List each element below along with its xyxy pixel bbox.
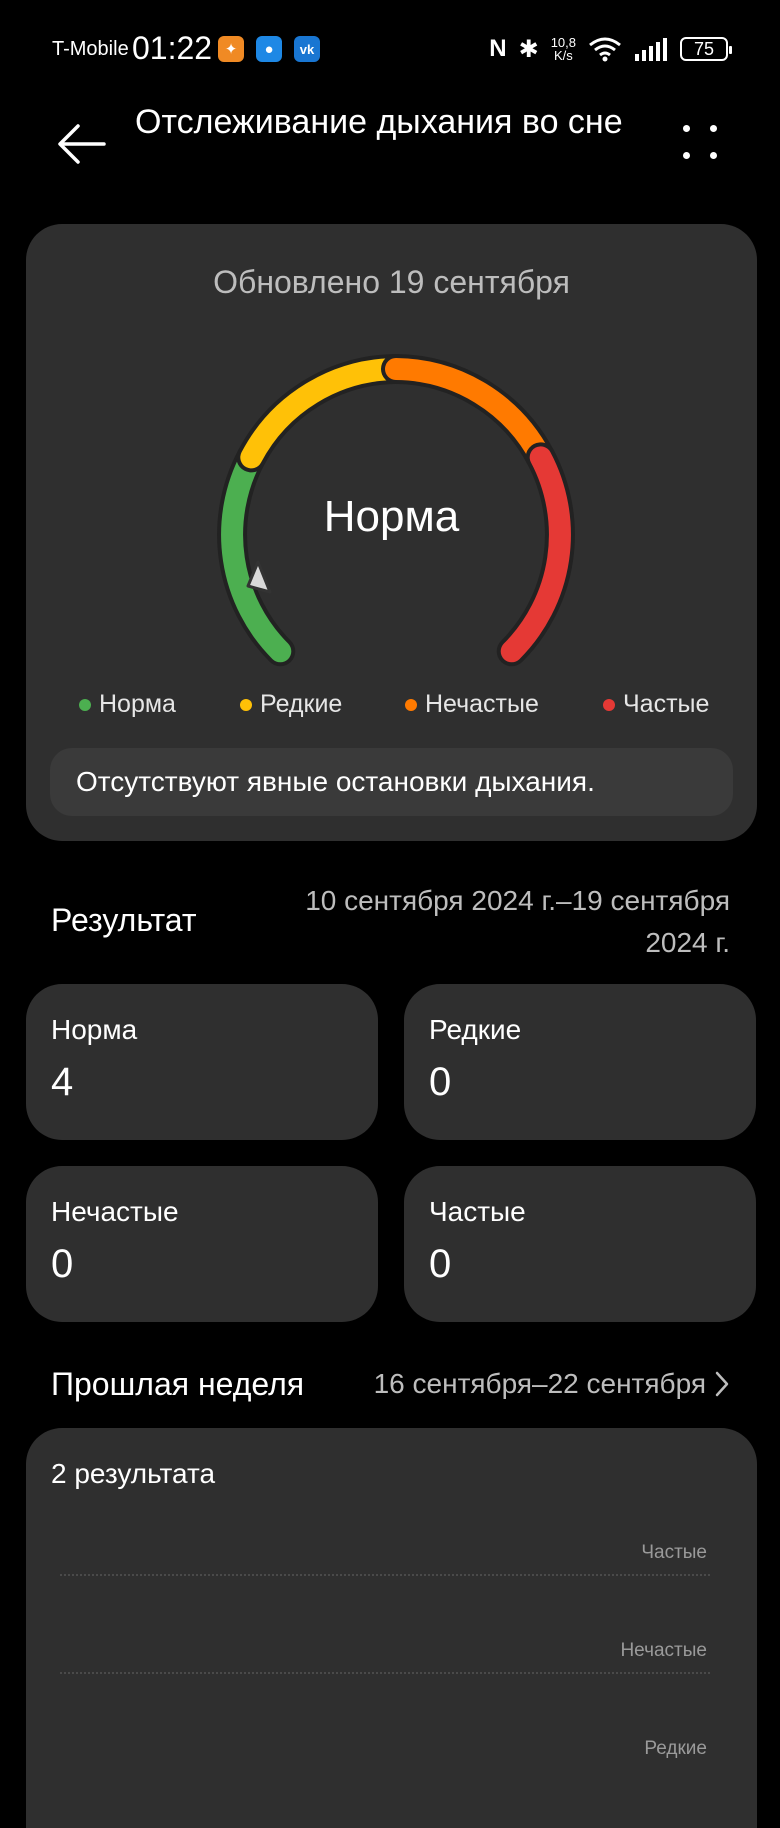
legend-item-normal: Норма <box>79 690 176 719</box>
result-title: Результат <box>51 902 197 938</box>
bluetooth-icon: ✱ <box>518 35 539 63</box>
legend-item-infrequent: Нечастые <box>405 690 539 719</box>
wifi-icon <box>589 37 621 62</box>
vk-icon: vk <box>294 36 320 62</box>
axis-label-rare: Редкие <box>644 1738 707 1759</box>
axis-label-infrequent: Нечастые <box>620 1640 707 1661</box>
result-date-range: 10 сентября 2024 г.–19 сентября 2024 г. <box>305 885 730 958</box>
stat-value: 0 <box>429 1242 452 1286</box>
back-arrow-icon[interactable] <box>56 118 108 170</box>
axis-label-frequent: Частые <box>641 1542 707 1563</box>
battery-icon: 75 <box>680 37 732 61</box>
stat-card-normal[interactable]: Норма 4 <box>26 984 378 1140</box>
legend-item-frequent: Частые <box>603 690 709 719</box>
stat-label: Норма <box>51 1014 138 1045</box>
stat-card-infrequent[interactable]: Нечастые 0 <box>26 1166 378 1322</box>
last-week-card: 2 результата Частые Нечастые Редкие <box>26 1428 757 1828</box>
last-week-range: 16 сентября–22 сентября <box>373 1368 706 1399</box>
page-title: Отслеживание дыхания во сне <box>135 103 623 141</box>
nfc-icon: N <box>489 35 507 62</box>
chevron-right-icon <box>715 1371 729 1397</box>
status-icons: N ✱ 10,8 K/s 75 <box>489 34 732 64</box>
more-options-icon[interactable] <box>680 122 720 162</box>
stat-label: Частые <box>429 1196 526 1227</box>
results-count: 2 результата <box>51 1458 216 1489</box>
legend-dot <box>603 698 615 711</box>
clock: 01:22 <box>132 30 213 66</box>
grid-line <box>60 1672 710 1674</box>
status-bar: T-Mobile 01:22 ✦ ● vk N ✱ 10,8 K/s 75 <box>0 0 780 96</box>
stat-value: 4 <box>51 1060 74 1104</box>
notification-app-icon: ✦ <box>218 36 244 62</box>
stat-value: 0 <box>51 1242 74 1286</box>
legend-dot <box>240 698 252 711</box>
stat-value: 0 <box>429 1060 452 1104</box>
legend-dot <box>79 698 91 711</box>
legend-item-rare: Редкие <box>240 690 342 719</box>
gauge-status-label: Норма <box>323 492 460 541</box>
stat-label: Нечастые <box>51 1196 179 1227</box>
breathing-note: Отсутствуют явные остановки дыхания. <box>50 748 733 816</box>
legend-dot <box>405 698 417 711</box>
carrier-name: T-Mobile <box>52 38 129 60</box>
messages-icon: ● <box>256 36 282 62</box>
network-speed: 10,8 K/s <box>550 35 576 63</box>
grid-line <box>60 1574 710 1576</box>
gauge-card: Обновлено 19 сентября Норма Норма Редкие… <box>26 224 757 841</box>
last-week-title: Прошлая неделя <box>51 1366 305 1402</box>
stat-card-rare[interactable]: Редкие 0 <box>404 984 756 1140</box>
stat-card-frequent[interactable]: Частые 0 <box>404 1166 756 1322</box>
gauge-pointer-icon <box>246 560 272 594</box>
last-week-range-link[interactable]: 16 сентября–22 сентября <box>374 1368 730 1400</box>
updated-date: Обновлено 19 сентября <box>213 264 570 300</box>
gauge-legend: Норма Редкие Нечастые Частые <box>26 690 757 730</box>
signal-icon <box>635 38 667 61</box>
stat-label: Редкие <box>429 1014 522 1045</box>
